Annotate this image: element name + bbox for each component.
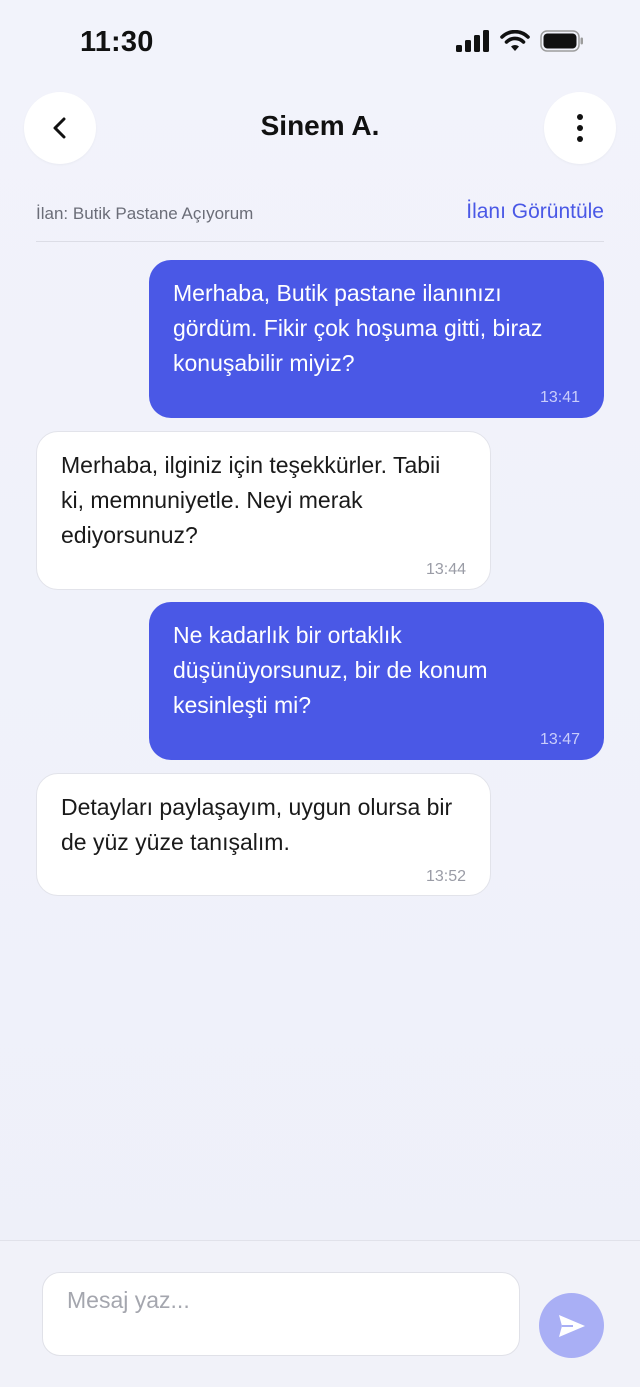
message-input[interactable] bbox=[42, 1272, 520, 1356]
chat-header: Sinem A. bbox=[0, 92, 640, 164]
message-time: 13:44 bbox=[425, 561, 466, 578]
message-composer bbox=[0, 1240, 640, 1387]
message-text: Ne kadarlık bir ortaklık düşünüyorsunuz,… bbox=[173, 622, 488, 718]
battery-icon bbox=[540, 30, 583, 52]
message-text: Merhaba, Butik pastane ilanınızı gördüm.… bbox=[173, 280, 543, 376]
status-bar: 11:30 bbox=[0, 0, 640, 86]
listing-label: İlan: Butik Pastane Açıyorum bbox=[36, 204, 254, 223]
view-listing-link[interactable]: İlanı Görüntüle bbox=[466, 200, 604, 224]
message-bubble-outgoing[interactable]: Merhaba, Butik pastane ilanınızı gördüm.… bbox=[149, 260, 604, 418]
message-bubble-incoming[interactable]: Merhaba, ilginiz için teşekkürler. Tabii… bbox=[36, 431, 491, 590]
status-icons bbox=[456, 30, 584, 52]
send-icon bbox=[558, 1314, 585, 1337]
message-bubble-incoming[interactable]: Detayları paylaşayım, uygun olursa bir d… bbox=[36, 773, 491, 896]
more-vertical-icon bbox=[577, 114, 583, 142]
send-button[interactable] bbox=[539, 1293, 604, 1358]
listing-bar: İlan: Butik Pastane Açıyorum İlanı Görün… bbox=[36, 198, 604, 242]
message-bubble-outgoing[interactable]: Ne kadarlık bir ortaklık düşünüyorsunuz,… bbox=[149, 602, 604, 760]
message-time: 13:41 bbox=[539, 389, 580, 406]
more-options-button[interactable] bbox=[544, 92, 616, 164]
message-time: 13:47 bbox=[539, 731, 580, 748]
wifi-icon bbox=[500, 30, 530, 51]
message-text: Merhaba, ilginiz için teşekkürler. Tabii… bbox=[61, 452, 441, 548]
status-time: 11:30 bbox=[80, 26, 154, 58]
message-text: Detayları paylaşayım, uygun olursa bir d… bbox=[61, 794, 453, 855]
message-time: 13:52 bbox=[425, 868, 466, 885]
signal-icon bbox=[456, 30, 489, 52]
